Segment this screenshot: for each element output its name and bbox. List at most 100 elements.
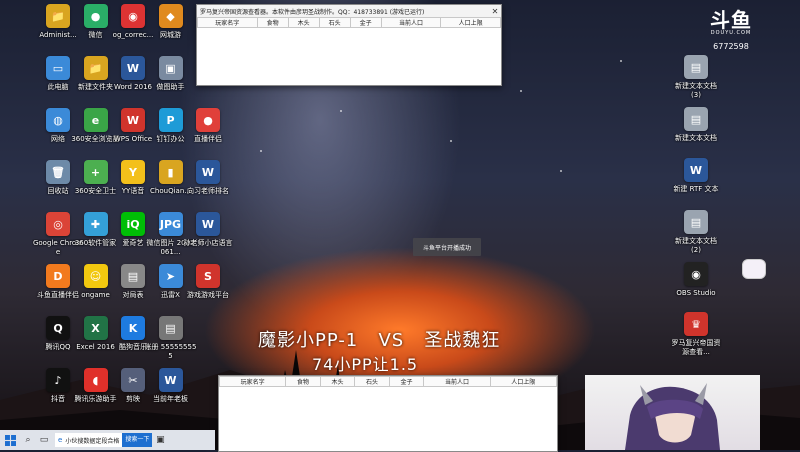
app-icon: ✂ (121, 368, 145, 392)
desktop-icon-right-0[interactable]: ▤ 新建文本文档 (3) (670, 55, 722, 100)
column-header[interactable]: 食物 (256, 17, 289, 28)
column-header[interactable]: 当前人口 (380, 17, 442, 28)
column-header[interactable]: 人口上限 (489, 376, 558, 387)
column-header[interactable]: 金子 (349, 17, 382, 28)
streamer-avatar (585, 375, 760, 450)
app-icon: ▤ (684, 55, 708, 79)
windows-start-icon[interactable] (0, 430, 20, 450)
column-header[interactable]: 石头 (318, 17, 351, 28)
app-icon: ▭ (46, 56, 70, 80)
room-id: 6772598 (713, 42, 749, 51)
app-icon: W (121, 108, 145, 132)
desktop-icon-label: 网城游 (160, 31, 181, 39)
desktop-icon-right-1[interactable]: ▤ 新建文本文档 (670, 107, 722, 143)
taskbar: ⌕ ▭ e 小伙搜数据定段合格 搜索一下 ▣ (0, 430, 215, 450)
desktop-icon-label: 新建文本文档 (2) (675, 237, 717, 254)
stream-start-toast: 斗鱼平台开播成功 (413, 238, 481, 256)
column-header[interactable]: 木头 (319, 376, 356, 387)
app-icon: ● (196, 108, 220, 132)
app-icon: ◉ (121, 4, 145, 28)
resource-viewer-window-bottom[interactable]: 玩家名字 食物 木头 石头 金子 当前人口 人口上限 (218, 375, 558, 452)
column-header[interactable]: 玩家名字 (197, 17, 258, 28)
desktop-icon-17[interactable]: W 向习老师排名 (182, 160, 234, 196)
app-icon: D (46, 264, 70, 288)
column-header[interactable]: 金子 (388, 376, 425, 387)
desktop-icon-label: 做图助手 (156, 83, 185, 91)
desktop-icon-label: OBS Studio (676, 289, 716, 297)
search-icon[interactable]: ⌕ (20, 432, 36, 448)
app-icon: ▤ (158, 316, 183, 340)
desktop-icon-12[interactable]: ● 直播伴侣 (182, 108, 234, 144)
douyu-logo: 斗鱼 (710, 8, 752, 32)
app-icon: iQ (121, 212, 145, 236)
douyu-watermark: 斗鱼 DOUYU.COM 6772598 (710, 10, 752, 51)
desktop-icon-label: 游戏游戏平台 (187, 291, 229, 299)
app-icon: ✚ (83, 212, 108, 236)
desktop-icon-right-2[interactable]: W 新建 RTF 文本 (670, 158, 722, 194)
app-icon: P (158, 108, 183, 132)
column-header[interactable]: 木头 (287, 17, 320, 28)
player-left: 魔影小PP-1 (258, 330, 359, 351)
app-icon: ☺ (83, 264, 108, 288)
app-icon: ▣ (158, 56, 183, 80)
app-icon: ▤ (684, 210, 708, 234)
app-icon: 📁 (83, 56, 108, 80)
column-header[interactable]: 食物 (285, 376, 321, 387)
app-icon: W (196, 212, 220, 236)
app-icon: ▤ (121, 264, 145, 288)
app-icon: ▤ (684, 107, 708, 131)
window-title: 罗马复兴帝国资源查看器。本软件由彦玥圣战制作。QQ：418733891 (游戏已… (200, 8, 425, 16)
browser-icon: e (58, 436, 63, 444)
app-icon: ◍ (46, 108, 70, 132)
floating-widget-button[interactable] (742, 259, 766, 279)
app-icon: ♪ (46, 368, 70, 392)
app-icon: K (121, 316, 145, 340)
desktop-icon-label: 罗马复兴帝国资源查看... (671, 339, 721, 356)
app-icon: + (83, 160, 108, 184)
desktop-icon-27[interactable]: S 游戏游戏平台 (182, 264, 234, 300)
app-icon: Y (121, 160, 145, 184)
desktop-icon-31[interactable]: ▤ 账册 555555555 (145, 316, 197, 361)
desktop-icon-right-3[interactable]: ▤ 新建文本文档 (2) (670, 210, 722, 255)
column-header[interactable]: 玩家名字 (218, 376, 287, 387)
taskbar-search-button[interactable]: 搜索一下 (122, 433, 153, 447)
close-icon[interactable]: ✕ (489, 7, 501, 16)
app-icon: ◎ (46, 212, 70, 236)
desktop-icon-22[interactable]: W 孙老师小店语言 (182, 212, 234, 248)
desktop-icon-right-4[interactable]: ◉ OBS Studio (670, 262, 722, 298)
app-icon: W (121, 56, 145, 80)
resource-table: 玩家名字 食物 木头 石头 金子 当前人口 人口上限 (218, 376, 558, 387)
app-icon: e (83, 108, 108, 132)
handicap-label: 74小PP让1.5 (312, 355, 419, 374)
desktop-icon-label: 直播伴侣 (194, 135, 222, 143)
app-icon: X (83, 316, 108, 340)
app-icon: S (196, 264, 220, 288)
versus-label: VS (378, 330, 405, 351)
app-icon: ◆ (158, 4, 183, 28)
app-icon: ▮ (158, 160, 183, 184)
desktop-icon-35[interactable]: W 当前年老板 (145, 368, 197, 404)
column-header[interactable]: 石头 (354, 376, 390, 387)
desktop-icon-label: 新建文本文档 (675, 134, 717, 142)
column-header[interactable]: 人口上限 (440, 17, 501, 28)
app-icon: W (684, 158, 708, 182)
desktop-icon-label: 新建 RTF 文本 (673, 185, 719, 193)
task-view-icon[interactable]: ▭ (36, 432, 52, 448)
desktop-icon-label: 新建文本文档 (3) (675, 82, 717, 99)
app-icon: W (158, 368, 183, 392)
resource-viewer-window-top[interactable]: 罗马复兴帝国资源查看器。本软件由彦玥圣战制作。QQ：418733891 (游戏已… (196, 4, 502, 86)
douyu-domain: DOUYU.COM (710, 30, 752, 36)
desktop-icon-7[interactable]: ▣ 做图助手 (145, 56, 197, 92)
desktop-icon-right-5[interactable]: ♛ 罗马复兴帝国资源查看... (670, 312, 722, 357)
app-icon[interactable]: ▣ (152, 432, 168, 448)
window-titlebar[interactable]: 罗马复兴帝国资源查看器。本软件由彦玥圣战制作。QQ：418733891 (游戏已… (197, 5, 501, 17)
app-icon: ➤ (158, 264, 183, 288)
taskbar-search-box[interactable]: 小伙搜数据定段合格 (65, 436, 119, 445)
desktop-icon-label: 当前年老板 (153, 395, 188, 403)
app-icon: 📁 (46, 4, 70, 28)
match-title: 魔影小PP-1 VS 圣战魏狂 (258, 326, 500, 352)
app-icon: ◖ (83, 368, 108, 392)
column-header[interactable]: 当前人口 (423, 376, 491, 387)
app-icon: JPG (158, 212, 183, 236)
desktop-icon-3[interactable]: ◆ 网城游 (145, 4, 197, 40)
